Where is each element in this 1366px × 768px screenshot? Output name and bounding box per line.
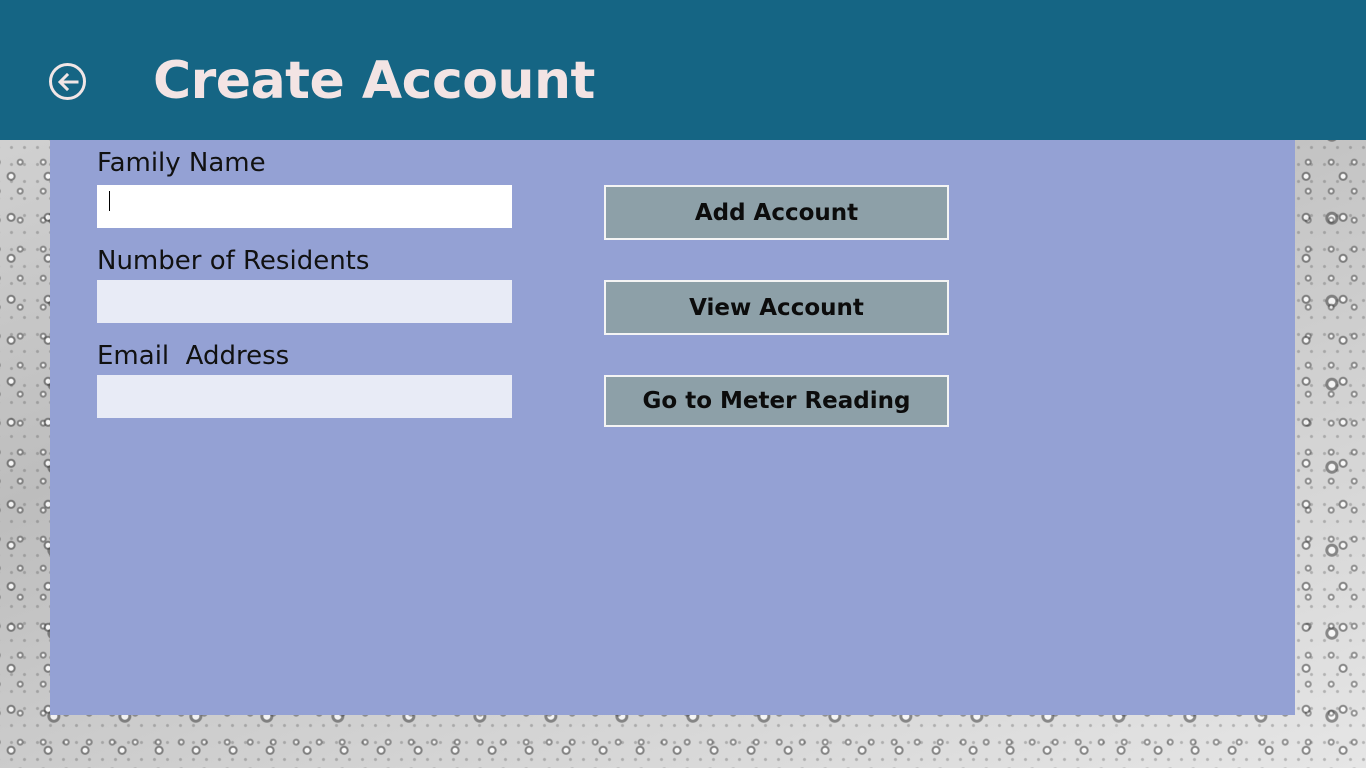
email-label: Email Address [97,341,290,371]
back-button[interactable] [49,63,86,100]
form-panel: Family Name Number of Residents Email Ad… [50,140,1295,715]
add-account-button[interactable]: Add Account [604,185,949,240]
meter-reading-button[interactable]: Go to Meter Reading [604,375,949,427]
app-window: Create Account Family Name Number of Res… [0,0,1366,768]
family-name-input[interactable] [97,185,512,228]
view-account-button[interactable]: View Account [604,280,949,335]
residents-label: Number of Residents [97,246,370,276]
residents-input[interactable] [97,280,512,323]
text-caret [109,191,110,211]
family-name-label: Family Name [97,148,266,178]
page-title: Create Account [153,51,595,111]
arrow-left-icon [57,72,78,91]
email-input[interactable] [97,375,512,418]
page-header: Create Account [0,0,1366,140]
